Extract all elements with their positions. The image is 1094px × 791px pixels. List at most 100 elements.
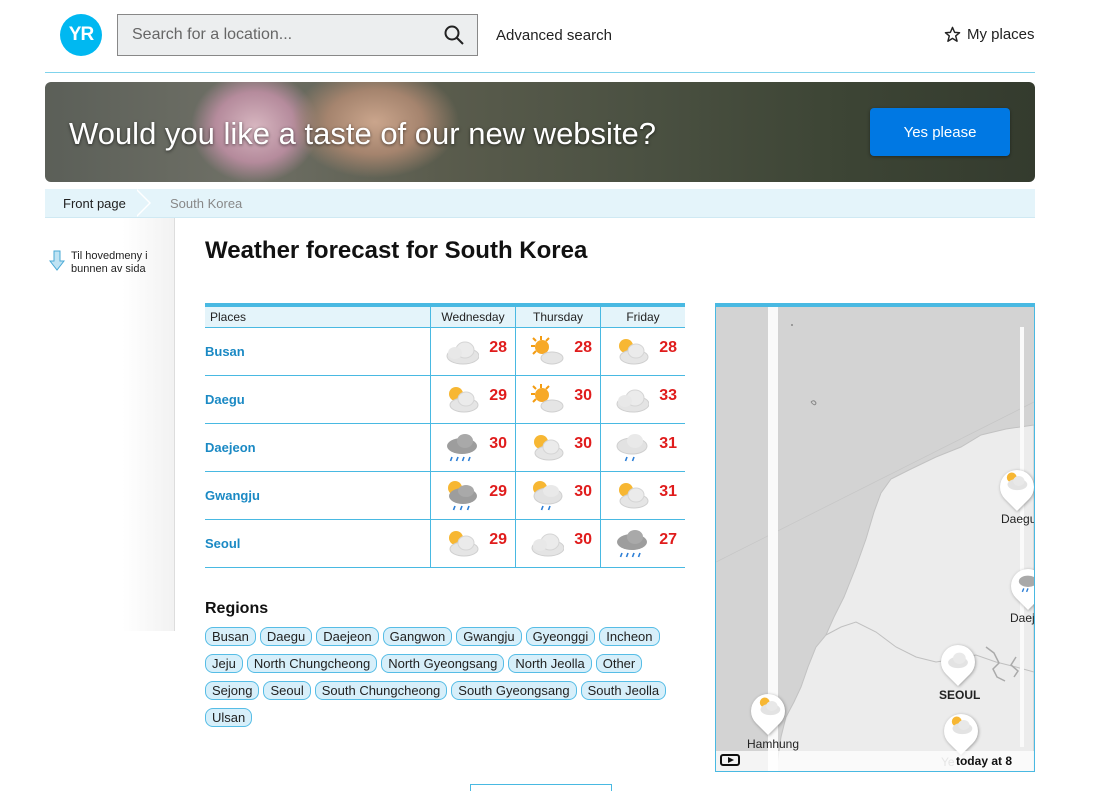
region-tag[interactable]: Ulsan: [205, 708, 253, 727]
my-places-link[interactable]: My places: [944, 26, 1035, 43]
temperature: 29: [489, 531, 507, 548]
sun-rain-icon: [448, 481, 477, 511]
table-row: Daejeon 30 30 31: [205, 423, 685, 472]
cloud-icon: [531, 533, 564, 557]
temperature: 28: [574, 339, 592, 356]
regions-list: Busan Daegu Daejeon Gangwon Gwangju Gyeonggi I…: [205, 627, 685, 735]
regions-row: Busan Daegu Daejeon Gangwon Gwangju Gyeonggi I…: [205, 627, 685, 646]
table-header-row: Places Wednesday Thursday Friday: [205, 305, 685, 328]
place-link[interactable]: Daegu: [205, 375, 431, 424]
partly-cloudy-icon: [951, 716, 973, 735]
breadcrumb: Front page South Korea: [45, 189, 1035, 218]
advanced-search-link[interactable]: Advanced search: [496, 27, 612, 44]
region-tag[interactable]: Sejong: [205, 681, 260, 700]
region-tag[interactable]: Gangwon: [382, 627, 453, 646]
regions-title: Regions: [205, 600, 269, 617]
map-label-daejeon: Daej: [1010, 611, 1035, 625]
forecast-cell[interactable]: 29: [430, 375, 516, 424]
forecast-cell[interactable]: 33: [600, 375, 685, 424]
search-input[interactable]: [118, 15, 432, 55]
region-tag[interactable]: Gyeonggi: [525, 627, 596, 646]
temperature: 30: [574, 435, 592, 452]
place-link[interactable]: Gwangju: [205, 471, 431, 520]
table-row: Daegu 29 30 33: [205, 375, 685, 424]
temperature: 28: [659, 339, 677, 356]
partly-cloudy-icon: [619, 483, 649, 509]
map-label-daegu: Daegu: [1001, 512, 1035, 526]
partly-cloudy-icon: [449, 387, 479, 413]
region-tag[interactable]: South Jeolla: [580, 681, 667, 700]
place-link[interactable]: Daejeon: [205, 423, 431, 472]
rain-cloud-icon: [617, 530, 647, 558]
breadcrumb-front-page[interactable]: Front page: [45, 189, 145, 217]
left-sidebar: Til hovedmeny i bunnen av sida: [45, 218, 175, 631]
temperature: 29: [489, 387, 507, 404]
arrow-down-icon: [49, 250, 65, 271]
region-tag[interactable]: South Chungcheong: [314, 681, 448, 700]
region-tag[interactable]: North Gyeongsang: [381, 654, 505, 673]
region-tag[interactable]: North Chungcheong: [246, 654, 378, 673]
search-icon[interactable]: [443, 24, 465, 46]
forecast-cell[interactable]: 27: [600, 519, 685, 568]
place-link[interactable]: Seoul: [205, 519, 431, 568]
table-row: Busan 28 28 28: [205, 327, 685, 376]
jump-line-2: bunnen av sida: [71, 263, 146, 275]
partly-cloudy-icon: [1006, 472, 1028, 491]
forecast-cell[interactable]: 30: [515, 423, 601, 472]
temperature: 30: [574, 531, 592, 548]
forecast-cell[interactable]: 28: [600, 327, 685, 376]
partly-cloudy-icon: [534, 435, 564, 461]
bottom-tab[interactable]: [470, 784, 612, 791]
temperature: 30: [574, 387, 592, 404]
forecast-cell[interactable]: 29: [430, 519, 516, 568]
forecast-cell[interactable]: 30: [515, 519, 601, 568]
region-tag[interactable]: Daegu: [259, 627, 313, 646]
partly-cloudy-icon: [619, 339, 649, 365]
sun-cloud-icon: [531, 336, 564, 365]
jump-line-1: Til hovedmeny i: [71, 250, 148, 262]
cloud-icon: [948, 652, 968, 669]
temperature: 30: [574, 483, 592, 500]
table-row: Seoul 29 30 27: [205, 519, 685, 568]
place-link[interactable]: Busan: [205, 327, 431, 376]
forecast-cell[interactable]: 30: [430, 423, 516, 472]
forecast-cell[interactable]: 29: [430, 471, 516, 520]
forecast-cell[interactable]: 31: [600, 471, 685, 520]
col-header-day: Thursday: [515, 305, 601, 328]
page-title: Weather forecast for South Korea: [205, 237, 588, 264]
forecast-cell[interactable]: 28: [430, 327, 516, 376]
jump-to-menu-link[interactable]: Til hovedmeny i bunnen av sida: [49, 250, 148, 276]
yr-logo[interactable]: YR: [60, 14, 102, 56]
forecast-cell[interactable]: 30: [515, 375, 601, 424]
region-tag[interactable]: Incheon: [599, 627, 660, 646]
breadcrumb-current: South Korea: [170, 196, 243, 211]
region-tag[interactable]: Other: [595, 654, 643, 673]
yes-please-button[interactable]: Yes please: [870, 108, 1010, 156]
map-label-seoul: SEOUL: [939, 688, 981, 702]
temperature: 30: [489, 435, 507, 452]
forecast-cell[interactable]: 28: [515, 327, 601, 376]
regions-row: Jeju North Chungcheong North Gyeongsang Nor…: [205, 654, 685, 673]
play-icon[interactable]: [720, 754, 740, 766]
region-tag[interactable]: South Gyeongsang: [451, 681, 577, 700]
forecast-cell[interactable]: 30: [515, 471, 601, 520]
forecast-table: Places Wednesday Thursday Friday Busan 28…: [205, 303, 685, 568]
region-tag[interactable]: Jeju: [205, 654, 243, 673]
temperature: 31: [659, 483, 677, 500]
col-header-day: Wednesday: [430, 305, 516, 328]
forecast-cell[interactable]: 31: [600, 423, 685, 472]
light-rain-icon: [616, 434, 648, 462]
weather-map[interactable]: Hamhung SEOUL Ye Daegu Daej today at 8: [715, 303, 1035, 772]
header-divider: [45, 72, 1035, 73]
rain-cloud-icon: [1018, 575, 1034, 593]
temperature: 27: [659, 531, 677, 548]
partly-cloudy-icon: [759, 697, 781, 716]
cloud-icon: [616, 389, 649, 413]
region-tag[interactable]: Seoul: [263, 681, 311, 700]
region-tag[interactable]: North Jeolla: [508, 654, 592, 673]
region-tag[interactable]: Busan: [205, 627, 256, 646]
region-tag[interactable]: Daejeon: [316, 627, 379, 646]
map-label-hamhung: Hamhung: [747, 737, 800, 751]
region-tag[interactable]: Gwangju: [456, 627, 522, 646]
regions-row: Ulsan: [205, 708, 685, 727]
